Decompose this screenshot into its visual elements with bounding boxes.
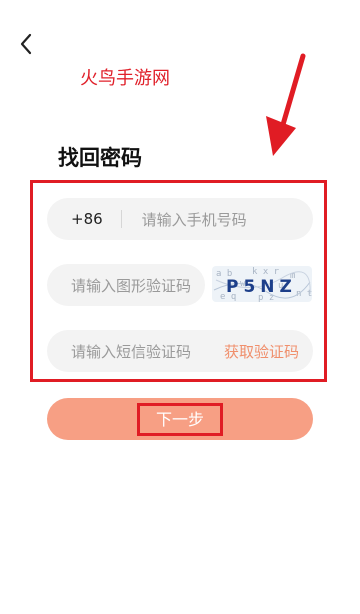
sms-field[interactable]: 请输入短信验证码 获取验证码 bbox=[47, 330, 313, 372]
country-code[interactable]: +86 bbox=[71, 210, 103, 228]
captcha-input[interactable]: 请输入图形验证码 bbox=[47, 264, 205, 306]
captcha-image-graphic: a bk x rm e qp zn t wu P5NZ bbox=[212, 266, 312, 302]
watermark-text: 火鸟手游网 bbox=[80, 68, 170, 89]
svg-text:k x r: k x r bbox=[252, 267, 280, 277]
next-button[interactable]: 下一步 bbox=[47, 398, 313, 440]
divider bbox=[120, 210, 122, 228]
page-title: 找回密码 bbox=[58, 146, 142, 170]
captcha-input-placeholder[interactable]: 请输入图形验证码 bbox=[71, 275, 191, 296]
sms-input-placeholder[interactable]: 请输入短信验证码 bbox=[71, 341, 191, 362]
get-code-button[interactable]: 获取验证码 bbox=[224, 341, 299, 362]
captcha-image[interactable]: a bk x rm e qp zn t wu P5NZ bbox=[212, 266, 312, 302]
back-button[interactable] bbox=[14, 30, 38, 58]
captcha-text: P5NZ bbox=[226, 277, 297, 297]
back-chevron-icon bbox=[20, 33, 32, 55]
phone-field[interactable]: +86 请输入手机号码 bbox=[47, 198, 313, 240]
annotation-arrow-icon bbox=[266, 53, 306, 156]
phone-input-placeholder[interactable]: 请输入手机号码 bbox=[142, 209, 247, 230]
next-button-label: 下一步 bbox=[136, 402, 223, 436]
